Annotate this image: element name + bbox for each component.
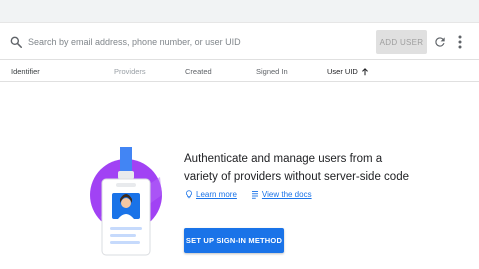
users-page: ADD USER Identifier Providers Created Si…: [0, 0, 479, 269]
empty-state-links: Learn more View the docs: [185, 190, 312, 199]
column-header-user-uid[interactable]: User UID: [327, 67, 369, 76]
empty-state-message: Authenticate and manage users from a var…: [184, 150, 474, 186]
column-header-user-uid-label: User UID: [327, 67, 358, 76]
lightbulb-icon: [186, 190, 192, 199]
search-icon: [10, 36, 23, 49]
column-header-providers: Providers: [114, 67, 146, 76]
view-docs-link[interactable]: View the docs: [251, 190, 312, 199]
learn-more-link[interactable]: Learn more: [185, 190, 237, 199]
more-vert-icon[interactable]: [454, 34, 466, 50]
empty-state-line-2: variety of providers without server-side…: [184, 171, 409, 183]
column-header-signed-in[interactable]: Signed In: [256, 67, 288, 76]
auth-badge-illustration: [90, 147, 162, 256]
view-docs-label: View the docs: [261, 190, 312, 199]
setup-sign-in-method-button[interactable]: SET UP SIGN-IN METHOD: [184, 228, 284, 253]
document-icon: [251, 191, 258, 199]
search-toolbar: ADD USER: [0, 22, 479, 60]
add-user-button[interactable]: ADD USER: [376, 30, 427, 54]
learn-more-label: Learn more: [196, 190, 237, 199]
search-input[interactable]: [28, 33, 358, 51]
empty-state-line-1: Authenticate and manage users from a: [184, 153, 383, 165]
column-header-created[interactable]: Created: [185, 67, 212, 76]
top-strip: [0, 0, 479, 22]
users-table-header: Identifier Providers Created Signed In U…: [0, 60, 479, 82]
arrow-up-icon: [361, 67, 368, 75]
column-header-identifier[interactable]: Identifier: [11, 67, 40, 76]
refresh-icon[interactable]: [433, 35, 447, 49]
